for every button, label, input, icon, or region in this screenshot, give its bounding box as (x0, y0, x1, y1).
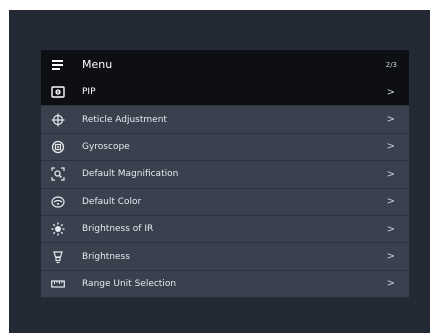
menu-item-label: Default Color (82, 196, 142, 207)
menu-header: Menu 2/3 (41, 50, 409, 79)
chevron-right-icon: > (386, 141, 395, 153)
menu-item-label: Reticle Adjustment (82, 114, 167, 125)
menu-icon (52, 59, 66, 70)
menu-title: Menu (82, 58, 113, 71)
menu-item-label: PIP (82, 87, 96, 98)
chevron-right-icon: > (386, 114, 395, 126)
menu-item-brightness-of-ir[interactable]: Brightness of IR > (41, 215, 409, 244)
magnify-icon (51, 167, 65, 181)
gyroscope-icon (51, 140, 65, 154)
menu-item-pip[interactable]: PIP > (41, 79, 409, 107)
menu-item-label: Gyroscope (82, 141, 130, 152)
menu-item-reticle-adjustment[interactable]: Reticle Adjustment > (41, 106, 409, 134)
menu-item-range-unit-selection[interactable]: Range Unit Selection > (41, 270, 409, 299)
chevron-right-icon: > (386, 168, 395, 180)
chevron-right-icon: > (386, 223, 395, 235)
device-screen: Menu 2/3 PIP > Reticle Adjustment > Gyro… (9, 10, 430, 333)
ruler-icon (51, 277, 65, 291)
palette-icon (51, 195, 65, 209)
menu-item-label: Brightness of IR (82, 224, 154, 235)
menu-item-label: Default Magnification (82, 169, 179, 180)
menu-item-label: Brightness (82, 251, 130, 262)
page-indicator: 2/3 (385, 60, 397, 69)
menu-item-gyroscope[interactable]: Gyroscope > (41, 133, 409, 162)
chevron-right-icon: > (386, 86, 395, 98)
menu-item-default-color[interactable]: Default Color > (41, 188, 409, 216)
chevron-right-icon: > (386, 251, 395, 263)
menu-item-label: Range Unit Selection (82, 278, 177, 289)
ir-brightness-icon (51, 222, 65, 236)
chevron-right-icon: > (386, 196, 395, 208)
menu-item-default-magnification[interactable]: Default Magnification > (41, 161, 409, 189)
pip-icon (51, 85, 65, 99)
bulb-icon (51, 250, 65, 264)
menu-panel: Menu 2/3 PIP > Reticle Adjustment > Gyro… (41, 50, 409, 299)
crosshair-icon (51, 113, 65, 127)
chevron-right-icon: > (386, 278, 395, 290)
menu-item-brightness[interactable]: Brightness > (41, 243, 409, 271)
